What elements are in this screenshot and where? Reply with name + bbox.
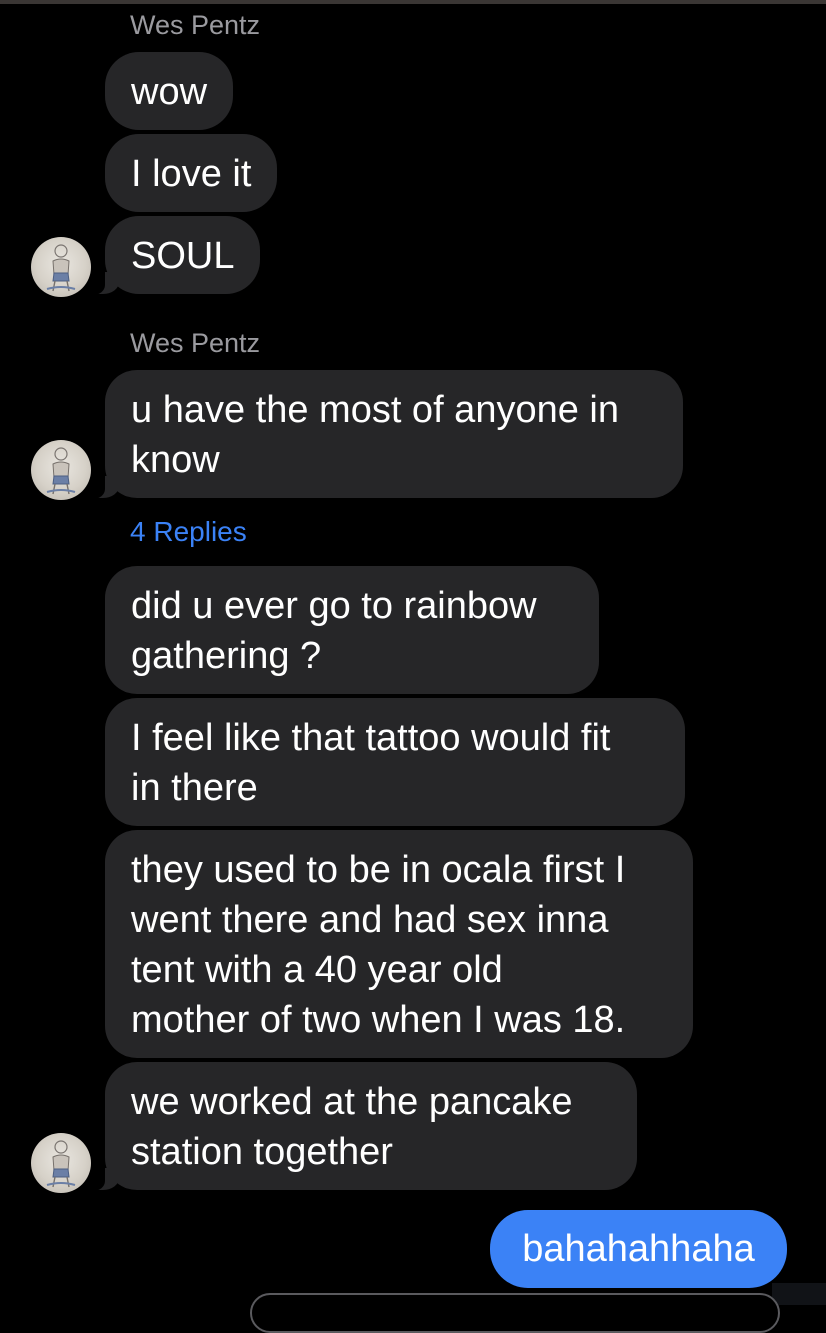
- message-text: SOUL: [131, 235, 235, 277]
- sender-name: Wes Pentz: [130, 10, 261, 40]
- message-bubble[interactable]: u have the most of anyone in know: [83, 370, 683, 499]
- user-avatar-icon: [46, 1140, 76, 1188]
- sender-avatar[interactable]: [31, 440, 91, 500]
- message-text: wow: [131, 71, 208, 113]
- message-text-line: u have the most of anyone in: [131, 389, 619, 431]
- sender-name: Wes Pentz: [130, 328, 261, 358]
- sender-avatar[interactable]: [31, 237, 91, 297]
- user-avatar-icon: [46, 244, 76, 292]
- top-divider: [0, 0, 826, 4]
- my-message-bubble[interactable]: bahahahhaha: [490, 1210, 787, 1288]
- message-text-line: know: [131, 439, 220, 481]
- message-bubble[interactable]: we worked at the pancake station togethe…: [83, 1062, 637, 1191]
- message-text-line: mother of two when I was 18.: [131, 999, 626, 1041]
- message-text: bahahahhaha: [522, 1228, 755, 1270]
- message-text-line: went there and had sex inna: [131, 899, 609, 941]
- bottom-edge: [772, 1283, 826, 1305]
- message-text-line: we worked at the pancake: [131, 1081, 573, 1123]
- message-text-line: I feel like that tattoo would fit: [131, 717, 611, 759]
- message-text-line: did u ever go to rainbow: [131, 585, 537, 627]
- message-bubble[interactable]: I feel like that tattoo would fit in the…: [105, 698, 685, 826]
- message-bubble[interactable]: they used to be in ocala first I went th…: [105, 830, 693, 1058]
- message-composer-input[interactable]: [250, 1293, 780, 1333]
- message-bubble[interactable]: SOUL: [82, 216, 261, 295]
- message-text-line: they used to be in ocala first I: [131, 849, 626, 891]
- message-bubble[interactable]: I love it: [105, 134, 278, 212]
- message-bubble[interactable]: wow: [105, 52, 234, 130]
- message-text: I love it: [131, 153, 252, 195]
- message-text-line: tent with a 40 year old: [131, 949, 503, 991]
- user-avatar-icon: [46, 447, 76, 495]
- thread-replies-link[interactable]: 4 Replies: [130, 515, 247, 549]
- sender-avatar[interactable]: [31, 1133, 91, 1193]
- message-bubble[interactable]: did u ever go to rainbow gathering ?: [105, 566, 599, 694]
- message-text-line: gathering ?: [131, 635, 322, 677]
- message-text-line: station together: [131, 1131, 393, 1173]
- message-text-line: in there: [131, 767, 258, 809]
